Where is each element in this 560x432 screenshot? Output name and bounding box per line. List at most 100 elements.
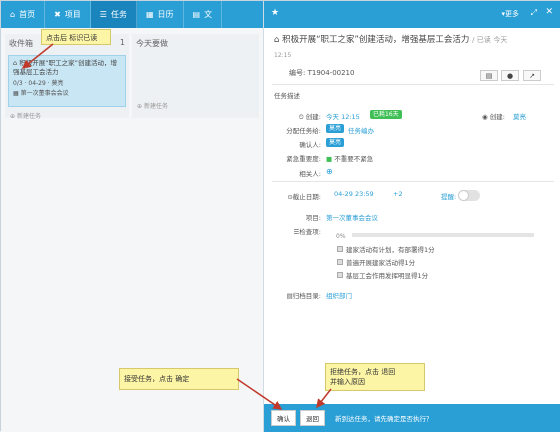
comment-icon[interactable]: ● xyxy=(501,70,519,81)
priority-value-text: 不重要不紧急 xyxy=(334,155,374,163)
deadline-label-text: 截止日期: xyxy=(292,193,321,201)
chart-icon[interactable]: ↗ xyxy=(523,70,541,81)
inbox-add-task[interactable]: ⊕ 新建任务 xyxy=(5,109,129,122)
remind-label: 提醒: xyxy=(441,193,457,201)
task-title-text: 积极开展“职工之家”创建活动，增强基层工会活力 xyxy=(282,35,470,45)
divider-top xyxy=(272,84,554,85)
project-value[interactable]: 第一次董事会会议 xyxy=(326,212,378,222)
today-empty xyxy=(132,53,259,99)
created-badge: 已耗16天 xyxy=(370,110,402,119)
checklist-progress-bar xyxy=(352,233,534,237)
action-bar: 确认 退回 新到达任务，请先确定是否执行？ xyxy=(264,404,560,432)
tab-project-label: 项目 xyxy=(64,10,81,19)
created-label: ⏲ 创建: xyxy=(273,111,321,122)
assignee-label: 分配任务给: xyxy=(286,127,321,135)
related-label: 相关人: xyxy=(299,170,321,178)
project-label: 项目: xyxy=(305,214,321,222)
confirmer-pill: 莫亮 xyxy=(326,138,345,147)
confirmer-value[interactable]: 莫亮 xyxy=(326,138,345,147)
task-detail: ⌂ 积极开展“职工之家”创建活动，增强基层工会活力 / 已读 今天 12:15 … xyxy=(264,28,560,404)
assignee-extra[interactable]: 任务编办 xyxy=(348,125,374,135)
checklist-item[interactable]: 基层工会作用发挥明显得1分 xyxy=(337,270,428,280)
read-state: / 已读 xyxy=(472,36,491,44)
card-icon[interactable]: ▤ xyxy=(480,70,498,81)
today-title: 今天要做 xyxy=(136,39,168,48)
archive-label-text: 归档目录: xyxy=(292,292,321,300)
task-icon: ⌂ xyxy=(13,59,18,67)
tab-calendar[interactable]: ▦ 日历 xyxy=(137,1,184,28)
checklist-label: ☰检查项: xyxy=(273,226,321,236)
close-icon[interactable]: ✕ xyxy=(545,7,553,17)
priority-label: 紧急重要度: xyxy=(286,155,321,163)
callout-reject: 拒绝任务，点击 退回 并输入原因 xyxy=(325,363,425,391)
read-time: 今天 xyxy=(493,36,508,44)
task-card[interactable]: ⌂ 积极开展“职工之家”创建活动，增强基层工会活力 0/3 · 04-29 · … xyxy=(8,55,126,107)
top-navigation: ⌂ 首页 ✖ 项目 ☰ 任务 ▦ 日历 ▤ 文 xyxy=(1,1,263,28)
add-related-icon[interactable]: ⊕ xyxy=(326,167,333,176)
detail-header: ★ ▾更多 ⤢ ✕ xyxy=(264,1,560,28)
more-label: 更多 xyxy=(505,10,519,18)
confirmer-label: 确认人: xyxy=(299,141,321,149)
creator-label: ◉ 创建: xyxy=(482,111,505,121)
creator-label-text: 创建: xyxy=(489,113,505,121)
callout-confirm: 接受任务，点击 确定 xyxy=(119,368,239,390)
today-column-header: 今天要做 xyxy=(132,34,259,53)
home-icon: ⌂ xyxy=(10,10,16,19)
checkbox[interactable] xyxy=(337,246,343,252)
checklist-label-text: 检查项: xyxy=(299,228,321,236)
user-icon: ◉ xyxy=(482,113,488,121)
checkbox[interactable] xyxy=(337,272,343,278)
priority-dot: ■ xyxy=(326,155,333,163)
assignee-value[interactable]: 莫亮 xyxy=(326,124,345,133)
confirm-button[interactable]: 确认 xyxy=(271,410,296,426)
today-add-task[interactable]: ⊕ 新建任务 xyxy=(132,99,259,112)
deadline-label: ⊙截止日期: xyxy=(273,191,321,201)
checklist-item[interactable]: 建家活动有计划，有部署得1分 xyxy=(337,244,435,254)
checkbox[interactable] xyxy=(337,259,343,265)
reject-button[interactable]: 退回 xyxy=(300,410,325,426)
doc-icon: ▤ xyxy=(192,10,201,19)
created-badge-text: 已耗16天 xyxy=(370,110,402,119)
title-time: 12:15 xyxy=(274,52,292,59)
deadline-value[interactable]: 04-29 23:59 xyxy=(334,190,374,198)
tab-home-label: 首页 xyxy=(19,10,36,19)
task-type-icon: ⌂ xyxy=(274,35,280,45)
clock-icon: ⏲ xyxy=(298,113,304,121)
star-icon[interactable]: ★ xyxy=(271,8,279,18)
expand-icon[interactable]: ⤢ xyxy=(531,8,537,18)
task-card-meta: 0/3 · 04-29 · 莫亮 xyxy=(13,80,64,87)
archive-label: ▤归档目录: xyxy=(273,290,321,300)
grid-icon: ✖ xyxy=(54,10,61,19)
tab-home[interactable]: ⌂ 首页 xyxy=(1,1,46,28)
app-window: ⌂ 首页 ✖ 项目 ☰ 任务 ▦ 日历 ▤ 文 收件箱 1 ⌂ 积极开展“职工之… xyxy=(0,0,560,432)
task-code: 编号: T1904-00210 xyxy=(289,69,355,77)
tab-doc-label: 文 xyxy=(204,10,213,19)
checklist-item-text: 建家活动有计划，有部署得1分 xyxy=(346,246,435,254)
tab-project[interactable]: ✖ 项目 xyxy=(45,1,91,28)
task-card-title-text: 积极开展“职工之家”创建活动，增强基层工会活力 xyxy=(13,59,117,76)
tab-task[interactable]: ☰ 任务 xyxy=(90,1,137,28)
assignee-pill: 莫亮 xyxy=(326,124,345,133)
deadline-extra[interactable]: +2 xyxy=(393,190,403,198)
creator-value: 莫亮 xyxy=(513,113,526,121)
inbox-title: 收件箱 xyxy=(9,39,33,48)
checklist-item[interactable]: 普遍开展建家活动得1分 xyxy=(337,257,415,267)
action-message: 新到达任务，请先确定是否执行？ xyxy=(335,415,433,423)
list-icon: ☰ xyxy=(99,10,107,19)
project-icon: ▦ xyxy=(13,90,19,97)
task-title: ⌂ 积极开展“职工之家”创建活动，增强基层工会活力 / 已读 今天 xyxy=(274,35,554,46)
divider-mid xyxy=(272,181,554,182)
task-card-project-text: 第一次董事会会议 xyxy=(20,90,69,97)
checklist-item-text: 基层工会作用发挥明显得1分 xyxy=(346,272,429,280)
more-button[interactable]: ▾更多 xyxy=(501,9,519,19)
remind-toggle[interactable] xyxy=(458,190,480,201)
priority-value[interactable]: ■ 不重要不紧急 xyxy=(326,153,373,163)
today-column: 今天要做 ⊕ 新建任务 xyxy=(132,34,259,118)
tab-doc[interactable]: ▤ 文 xyxy=(184,1,223,28)
inbox-add-task-label: 新建任务 xyxy=(16,113,41,120)
archive-value[interactable]: 组织部门 xyxy=(326,290,352,300)
callout-read: 点击后 标识已读 xyxy=(41,29,111,45)
tab-task-label: 任务 xyxy=(110,10,127,19)
created-value: 今天 12:15 xyxy=(326,113,360,121)
today-add-task-label: 新建任务 xyxy=(143,103,168,110)
